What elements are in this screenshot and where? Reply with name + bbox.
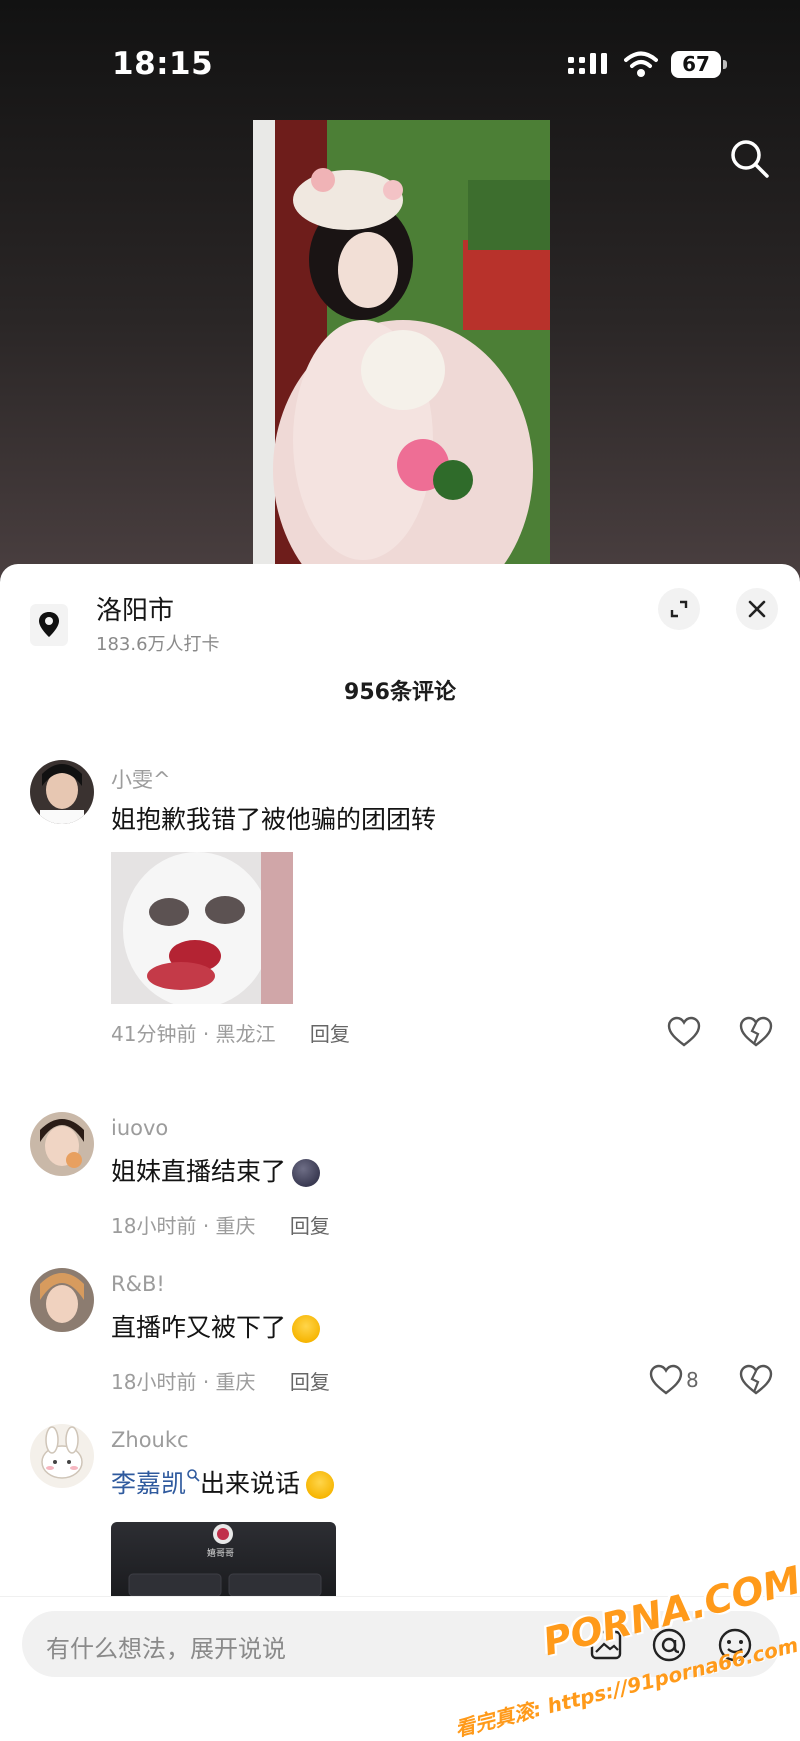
reply-button[interactable]: 回复 (290, 1370, 330, 1394)
comment-item: iuovo 姐妹直播结束了 18小时前 · 重庆 回复 (0, 1112, 800, 1238)
comment-username[interactable]: 小雯^ (111, 764, 171, 794)
comment-text-row: 直播咋又被下了 (111, 1308, 321, 1344)
location-checkins: 183.6万人打卡 (96, 634, 220, 655)
comment-time: 18小时前 (111, 1214, 197, 1238)
comment-count: 956条评论 (344, 680, 456, 705)
avatar[interactable] (30, 1268, 94, 1332)
comment-text: 直播咋又被下了 (111, 1313, 287, 1342)
search-icon (187, 1469, 200, 1482)
comment-image[interactable] (111, 852, 293, 1004)
comment-sheet: 洛阳市 183.6万人打卡 956条评论 小雯^ 姐抱歉我错了被他骗的团团转 4… (0, 564, 800, 1741)
video-player[interactable]: 18:15 67 (0, 0, 800, 582)
broken-heart-icon[interactable] (738, 1016, 774, 1048)
comment-text: 姐抱歉我错了被他骗的团团转 (111, 805, 437, 834)
comment-input-bar: 有什么想法，展开说说 (0, 1596, 800, 1741)
comment-username[interactable]: R&B! (111, 1272, 165, 1296)
close-icon (748, 600, 766, 618)
comment-text: 出来说话 (200, 1469, 301, 1498)
location-pin-icon (30, 604, 68, 646)
like-count: 8 (686, 1368, 699, 1392)
comment-input-placeholder: 有什么想法，展开说说 (46, 1635, 286, 1663)
comment-item: 小雯^ 姐抱歉我错了被他骗的团团转 41分钟前 · 黑龙江 回复 (0, 760, 800, 1060)
at-icon[interactable] (650, 1626, 688, 1664)
user-mention-link[interactable]: 李嘉凯 (111, 1469, 186, 1498)
status-bar: 18:15 67 (0, 0, 800, 110)
meme-sticker-image (111, 852, 293, 1004)
laughing-crying-emoji-icon (306, 1471, 335, 1499)
comment-item: Zhoukc 李嘉凯 出来说话 嬉哥哥 (0, 1424, 800, 1606)
comment-text-row: 李嘉凯 出来说话 (111, 1464, 335, 1500)
reply-button[interactable]: 回复 (310, 1022, 350, 1046)
crying-emoji-icon (292, 1315, 321, 1343)
battery-indicator: 67 (671, 51, 727, 78)
comment-username[interactable]: Zhoukc (111, 1428, 189, 1452)
comment-meta: 41分钟前 · 黑龙江 回复 (111, 1018, 350, 1047)
comment-meta: 18小时前 · 重庆 回复 (111, 1366, 330, 1395)
expand-button[interactable] (658, 588, 700, 630)
heart-icon[interactable] (648, 1364, 684, 1396)
comment-location: 黑龙江 (215, 1022, 276, 1046)
comment-time: 18小时前 (111, 1370, 197, 1394)
wifi-icon (624, 51, 658, 77)
emoji-sticker-icon (292, 1159, 321, 1187)
video-card-author: 嬉哥哥 (207, 1549, 235, 1559)
costume-portrait-illustration (253, 120, 550, 582)
comment-meta: 18小时前 · 重庆 回复 (111, 1210, 330, 1239)
comment-input[interactable]: 有什么想法，展开说说 (22, 1611, 780, 1677)
meta-separator: · (202, 1022, 210, 1046)
broken-heart-icon[interactable] (738, 1364, 774, 1396)
comment-location: 重庆 (215, 1214, 256, 1238)
comment-item: R&B! 直播咋又被下了 18小时前 · 重庆 回复 8 (0, 1268, 800, 1395)
comment-text: 姐妹直播结束了 (111, 1157, 287, 1186)
reply-button[interactable]: 回复 (290, 1214, 330, 1238)
comment-video-card[interactable]: 嬉哥哥 (111, 1522, 336, 1606)
video-frame-image (253, 120, 550, 582)
heart-icon[interactable] (666, 1016, 702, 1048)
emoji-icon[interactable] (716, 1626, 754, 1664)
video-card-preview (128, 1524, 322, 1597)
location-name[interactable]: 洛阳市 (96, 590, 174, 627)
avatar[interactable] (30, 1424, 94, 1488)
avatar[interactable] (30, 1112, 94, 1176)
close-button[interactable] (736, 588, 778, 630)
comment-location: 重庆 (215, 1370, 256, 1394)
expand-icon (670, 600, 688, 618)
avatar[interactable] (30, 760, 94, 824)
image-icon[interactable] (588, 1626, 626, 1664)
comment-username[interactable]: iuovo (111, 1116, 168, 1140)
comment-text-row: 姐妹直播结束了 (111, 1152, 321, 1188)
comment-time: 41分钟前 (111, 1022, 197, 1046)
meta-separator: · (202, 1214, 210, 1238)
meta-separator: · (202, 1370, 210, 1394)
search-icon[interactable] (727, 136, 771, 180)
cellular-signal-icon (568, 53, 607, 74)
status-time: 18:15 (112, 46, 214, 82)
